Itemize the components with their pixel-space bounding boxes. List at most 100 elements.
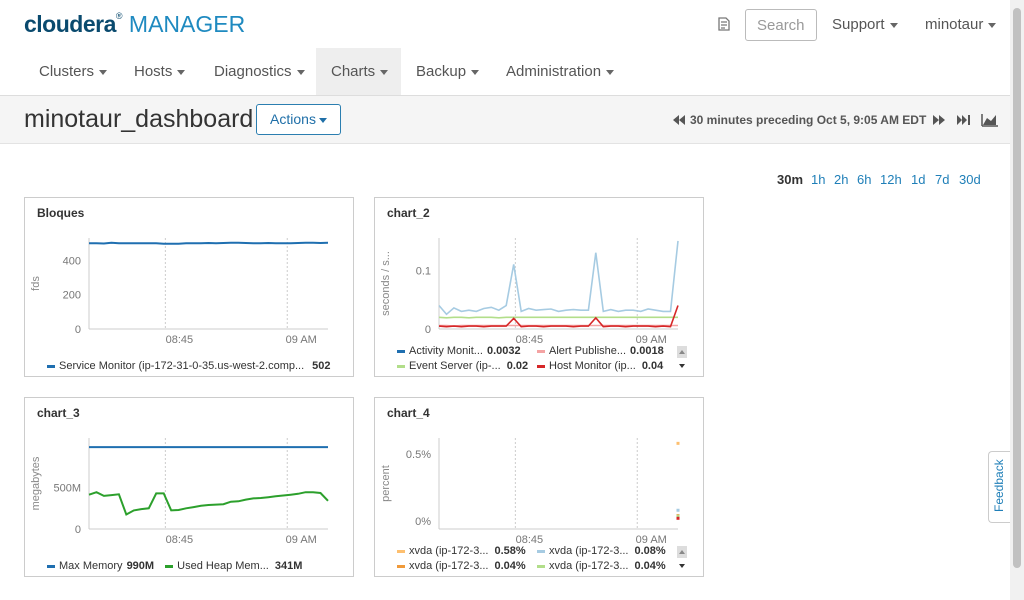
area-chart-icon[interactable]	[981, 113, 999, 127]
legend-label[interactable]: Max Memory	[59, 560, 123, 572]
chevron-down-icon	[318, 117, 327, 123]
x-tick-label: 09 AM	[286, 534, 317, 546]
nav-diagnostics[interactable]: Diagnostics	[199, 48, 320, 95]
legend-label[interactable]: Used Heap Mem...	[177, 560, 269, 572]
y-tick-label: 0.5%	[406, 449, 431, 461]
support-label: Support	[832, 16, 885, 33]
legend-label[interactable]: Host Monitor (ip...	[549, 360, 636, 372]
chart-legend: Max Memory 990M Used Heap Mem... 341M	[47, 560, 302, 572]
range-1h[interactable]: 1h	[811, 172, 825, 187]
legend-label[interactable]: Alert Publishe...	[549, 345, 626, 357]
scrollbar-thumb[interactable]	[1013, 8, 1021, 568]
legend-value: 0.02	[506, 360, 529, 372]
time-range-label[interactable]: 30 minutes preceding Oct 5, 9:05 AM EDT	[690, 113, 926, 127]
top-header: cloudera® MANAGER Support minotaur	[0, 0, 1010, 48]
time-control: 30 minutes preceding Oct 5, 9:05 AM EDT	[672, 112, 999, 130]
rewind-icon[interactable]	[672, 114, 686, 126]
nav-administration[interactable]: Administration	[491, 48, 629, 95]
legend-label[interactable]: Service Monitor (ip-172-31-0-35.us-west-…	[59, 360, 304, 372]
legend-scroll[interactable]	[677, 546, 687, 572]
chart-panel-chart-3[interactable]: chart_3 08:45 09 AM 0 500M megabytes Max Mem…	[24, 397, 354, 577]
x-tick-label: 08:45	[166, 534, 194, 546]
page-scrollbar[interactable]	[1010, 0, 1024, 600]
legend-label[interactable]: Event Server (ip-...	[409, 360, 501, 372]
legend-swatch	[537, 549, 545, 553]
range-30m[interactable]: 30m	[777, 172, 803, 187]
chevron-down-icon	[889, 22, 898, 28]
range-6h[interactable]: 6h	[857, 172, 871, 187]
chart-legend: Service Monitor (ip-172-31-0-35.us-west-…	[47, 360, 331, 372]
y-axis-label: fds	[30, 276, 42, 291]
y-tick-label: 0.1	[416, 265, 431, 277]
search-input[interactable]	[745, 9, 817, 41]
legend-swatch	[537, 364, 545, 368]
range-1d[interactable]: 1d	[911, 172, 925, 187]
nav-label: Administration	[506, 63, 602, 80]
y-axis-label: megabytes	[30, 456, 42, 510]
nav-charts[interactable]: Charts	[316, 48, 401, 95]
chart-panel-bloques[interactable]: Bloques 08:45 09 AM 0 200 400 fds Service Mon…	[24, 197, 354, 377]
x-tick-label: 09 AM	[286, 334, 317, 346]
legend-swatch	[537, 349, 545, 353]
nav-backup[interactable]: Backup	[401, 48, 494, 95]
actions-button[interactable]: Actions	[256, 104, 341, 135]
legend-label[interactable]: xvda (ip-172-3...	[549, 545, 628, 557]
actions-label: Actions	[270, 111, 316, 127]
main-nav: Clusters Hosts Diagnostics Charts Backup…	[0, 48, 1010, 96]
legend-value: 0.0018	[630, 345, 664, 357]
range-2h[interactable]: 2h	[834, 172, 848, 187]
chart-panel-chart-4[interactable]: chart_4 08:45 09 AM 0% 0.5% percent xvda (ip…	[374, 397, 704, 577]
legend-label[interactable]: Activity Monit...	[409, 345, 483, 357]
page-title: minotaur_dashboard	[24, 105, 254, 133]
skip-to-end-icon[interactable]	[956, 114, 972, 126]
nav-label: Charts	[331, 63, 376, 80]
nav-hosts[interactable]: Hosts	[119, 48, 200, 95]
fast-forward-icon[interactable]	[932, 114, 946, 126]
y-tick-label: 0	[75, 524, 81, 536]
user-label: minotaur	[925, 16, 984, 33]
legend-scroll[interactable]	[677, 346, 687, 372]
app-root: cloudera® MANAGER Support minotaur Clust…	[0, 0, 1024, 600]
chevron-down-icon	[380, 69, 389, 75]
logo-registered-mark: ®	[115, 11, 123, 21]
page-header: minotaur_dashboard Actions 30 minutes pr…	[0, 96, 1010, 144]
support-menu[interactable]: Support	[832, 16, 898, 33]
legend-value: 990M	[126, 560, 155, 572]
range-30d[interactable]: 30d	[959, 172, 981, 187]
y-axis-label: percent	[380, 465, 392, 502]
legend-label[interactable]: xvda (ip-172-3...	[409, 560, 488, 572]
y-tick-label: 400	[63, 255, 81, 267]
legend-label[interactable]: xvda (ip-172-3...	[549, 560, 628, 572]
user-menu[interactable]: minotaur	[925, 16, 997, 33]
legend-swatch	[397, 549, 405, 553]
nav-label: Clusters	[39, 63, 95, 80]
legend-value: 0.0032	[486, 345, 521, 357]
chart-legend-row-1: xvda (ip-172-3... 0.58%	[397, 545, 526, 557]
range-7d[interactable]: 7d	[935, 172, 949, 187]
series-line	[438, 240, 679, 316]
chart-panel-chart-2[interactable]: chart_2 08:45 09 AM 0 0.1 seconds / s... Act…	[374, 197, 704, 377]
chevron-down-icon	[99, 69, 108, 75]
chart-legend-row-2b: Host Monitor (ip... 0.04	[537, 360, 663, 372]
nav-clusters[interactable]: Clusters	[24, 48, 122, 95]
feedback-tab[interactable]: Feedback	[988, 451, 1010, 523]
cloudera-manager-logo[interactable]: cloudera® MANAGER	[24, 11, 245, 38]
legend-label[interactable]: xvda (ip-172-3...	[409, 545, 488, 557]
legend-value: 0.08%	[634, 545, 666, 557]
chart-legend-row-2: Event Server (ip-... 0.02	[397, 360, 528, 372]
legend-swatch	[397, 349, 405, 353]
parcel-icon[interactable]	[716, 16, 732, 32]
y-tick-label: 200	[63, 290, 81, 302]
data-point	[676, 441, 680, 445]
nav-label: Diagnostics	[214, 63, 292, 80]
chevron-down-icon	[296, 69, 305, 75]
data-point	[676, 508, 680, 512]
nav-label: Hosts	[134, 63, 173, 80]
legend-swatch	[47, 364, 55, 368]
chevron-down-icon	[471, 69, 480, 75]
y-tick-label: 0%	[415, 516, 431, 528]
range-12h[interactable]: 12h	[880, 172, 902, 187]
chart-legend-row-2: xvda (ip-172-3... 0.04%	[397, 560, 526, 572]
chart-legend-row-1b: Alert Publishe... 0.0018	[537, 345, 664, 357]
legend-value: 0.04%	[634, 560, 666, 572]
